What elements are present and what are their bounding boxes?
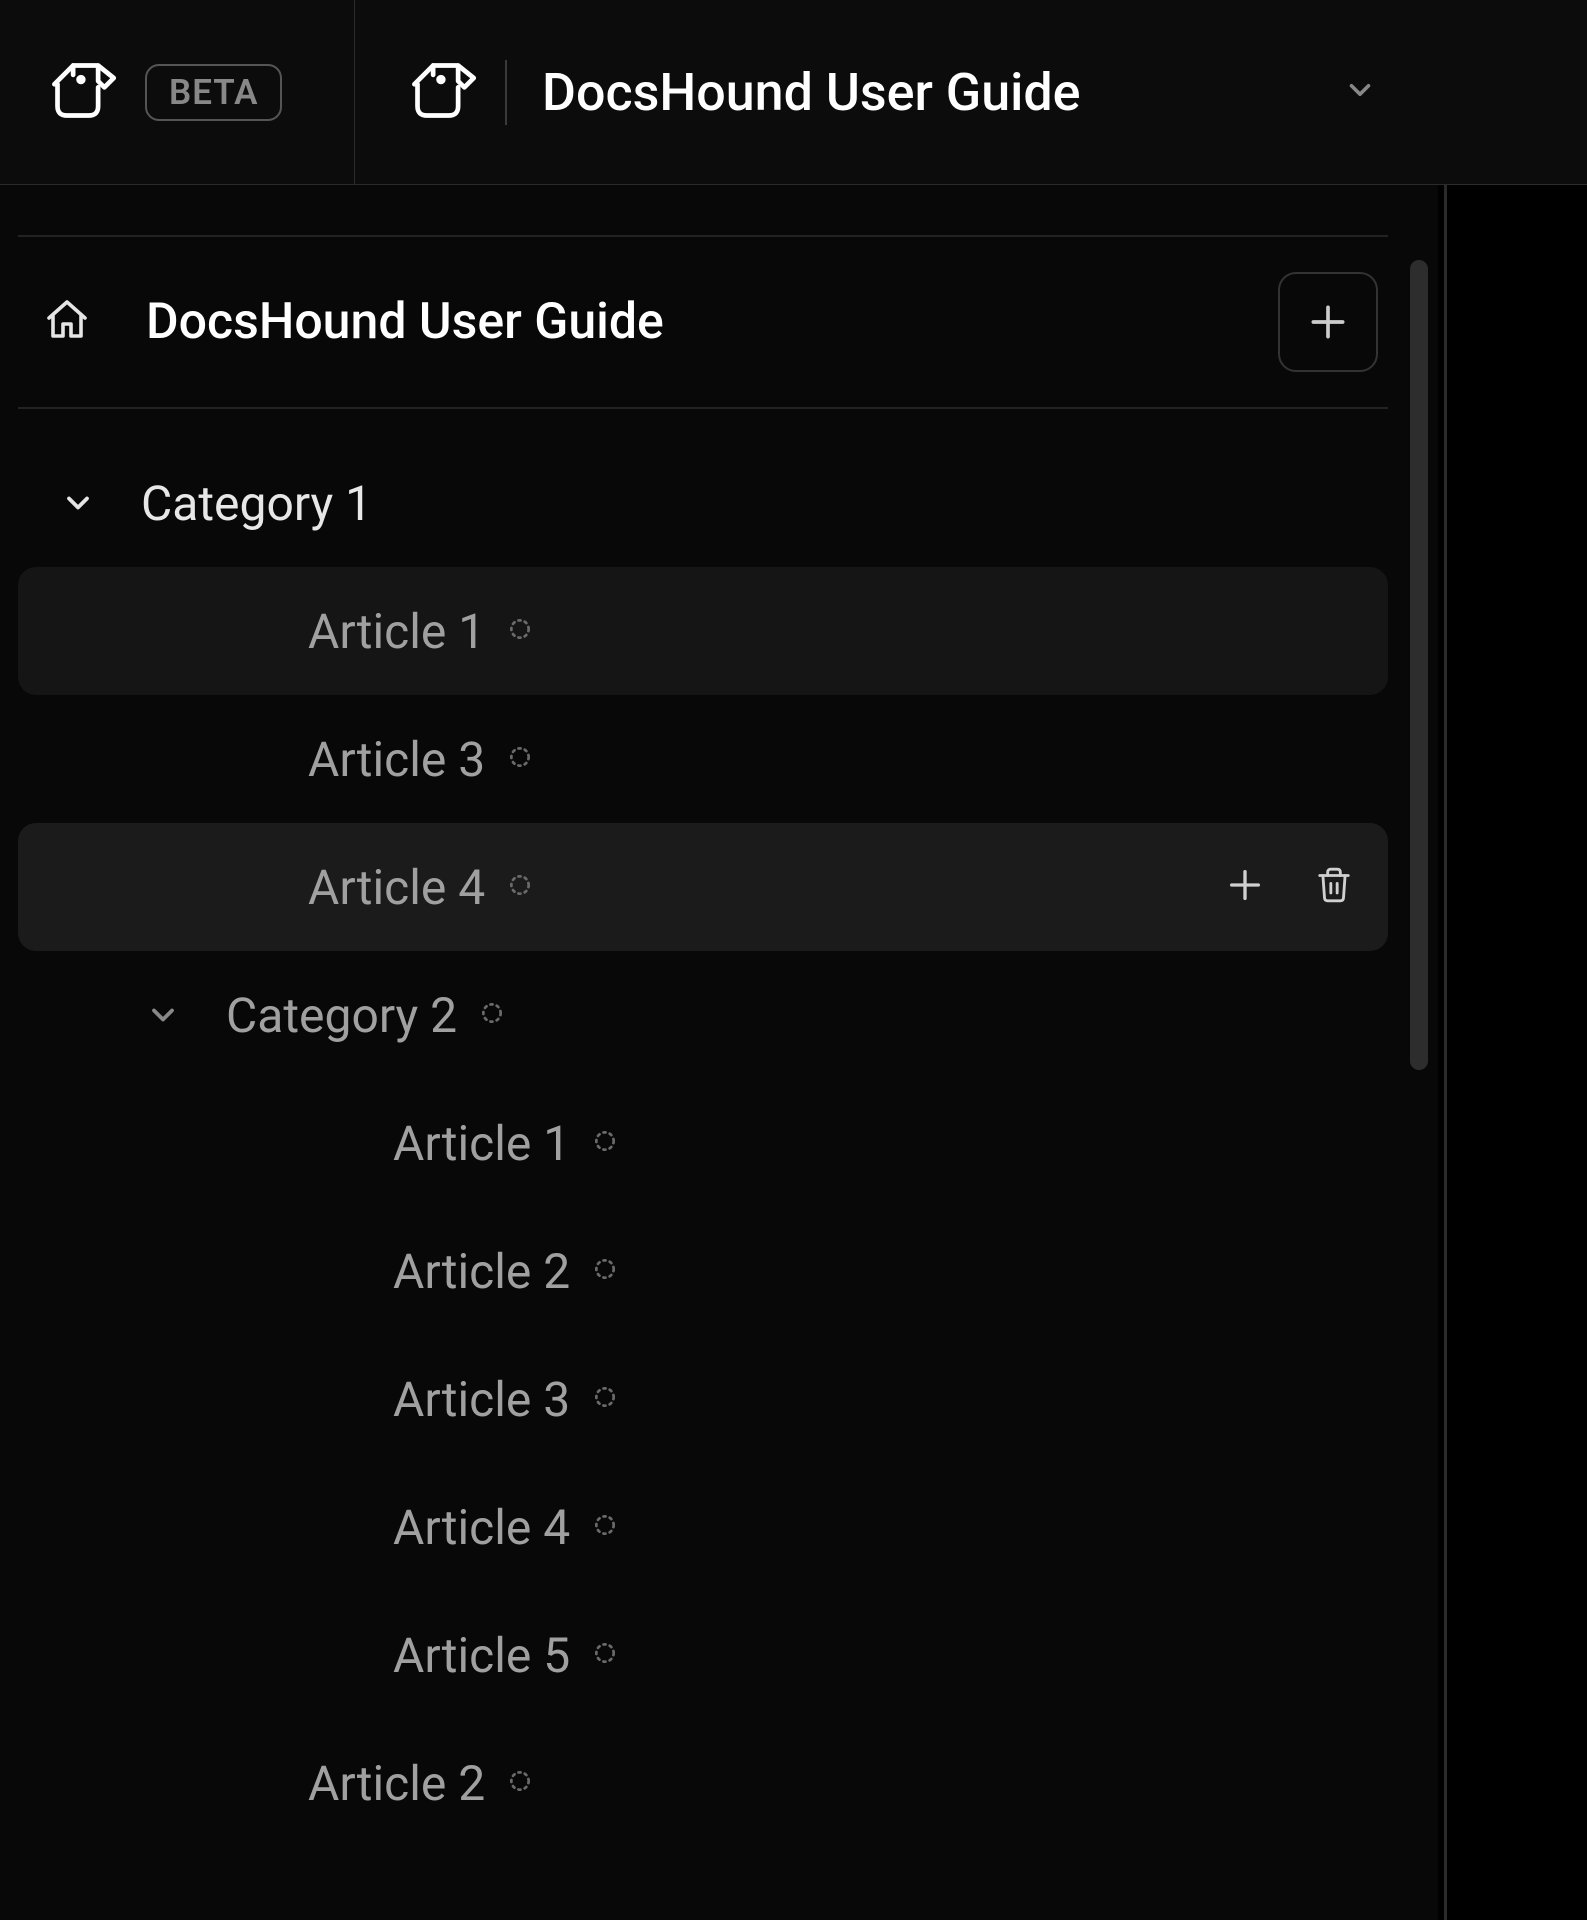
delete-button[interactable] [1315, 866, 1353, 908]
draft-indicator-icon [592, 1128, 618, 1158]
draft-indicator-icon [479, 1000, 505, 1030]
scrollbar[interactable] [1410, 260, 1428, 1070]
beta-badge: BETA [145, 64, 282, 121]
draft-indicator-icon [592, 1384, 618, 1414]
article-label: Article 2 [393, 1243, 570, 1300]
vertical-separator [505, 60, 507, 125]
draft-indicator-icon [507, 872, 533, 902]
tree-article-row[interactable]: Article 1 [18, 1079, 1388, 1207]
draft-indicator-icon [507, 744, 533, 774]
tree-article-row[interactable]: Article 4 [18, 823, 1388, 951]
tree-article-row[interactable]: Article 2 [18, 1719, 1388, 1847]
article-label: Article 1 [393, 1115, 570, 1172]
project-title: DocsHound User Guide [542, 62, 1081, 123]
tree-category-row[interactable]: Category 2 [18, 951, 1388, 1079]
page-title-row: DocsHound User Guide [18, 237, 1388, 407]
article-label: Article 3 [308, 731, 485, 788]
draft-indicator-icon [507, 616, 533, 646]
draft-indicator-icon [507, 1768, 533, 1798]
tree-article-row[interactable]: Article 3 [18, 695, 1388, 823]
page-title[interactable]: DocsHound User Guide [146, 293, 1223, 351]
dog-logo-icon [45, 53, 120, 132]
scrollbar-thumb[interactable] [1410, 260, 1428, 1070]
tree-category-row[interactable]: Category 1 [18, 439, 1388, 567]
article-label: Article 4 [308, 859, 485, 916]
article-label: Article 3 [393, 1371, 570, 1428]
category-label: Category 2 [226, 987, 457, 1044]
tree-article-row[interactable]: Article 2 [18, 1207, 1388, 1335]
add-button[interactable] [1278, 272, 1378, 372]
dog-logo-icon [405, 53, 480, 132]
tree-article-row[interactable]: Article 5 [18, 1591, 1388, 1719]
navigation-tree: Category 1 Article 1 Article 3 Article 4 Cat… [18, 409, 1388, 1847]
topbar-project-section[interactable]: DocsHound User Guide [355, 53, 1587, 132]
draft-indicator-icon [592, 1256, 618, 1286]
tree-article-row[interactable]: Article 4 [18, 1463, 1388, 1591]
article-label: Article 2 [308, 1755, 485, 1812]
tree-article-row[interactable]: Article 1 [18, 567, 1388, 695]
row-actions [1225, 865, 1353, 909]
home-icon[interactable] [43, 296, 91, 348]
chevron-down-icon[interactable] [1343, 73, 1377, 111]
right-gutter [1438, 185, 1587, 1920]
sidebar-panel: DocsHound User Guide Category 1 Article 1… [0, 185, 1438, 1920]
chevron-down-icon[interactable] [138, 997, 188, 1033]
draft-indicator-icon [592, 1640, 618, 1670]
draft-indicator-icon [592, 1512, 618, 1542]
tree-article-row[interactable]: Article 3 [18, 1335, 1388, 1463]
chevron-down-icon[interactable] [53, 485, 103, 521]
article-label: Article 5 [393, 1627, 570, 1684]
article-label: Article 4 [393, 1499, 570, 1556]
category-label: Category 1 [141, 475, 372, 532]
article-label: Article 1 [308, 603, 485, 660]
add-child-button[interactable] [1225, 865, 1265, 909]
